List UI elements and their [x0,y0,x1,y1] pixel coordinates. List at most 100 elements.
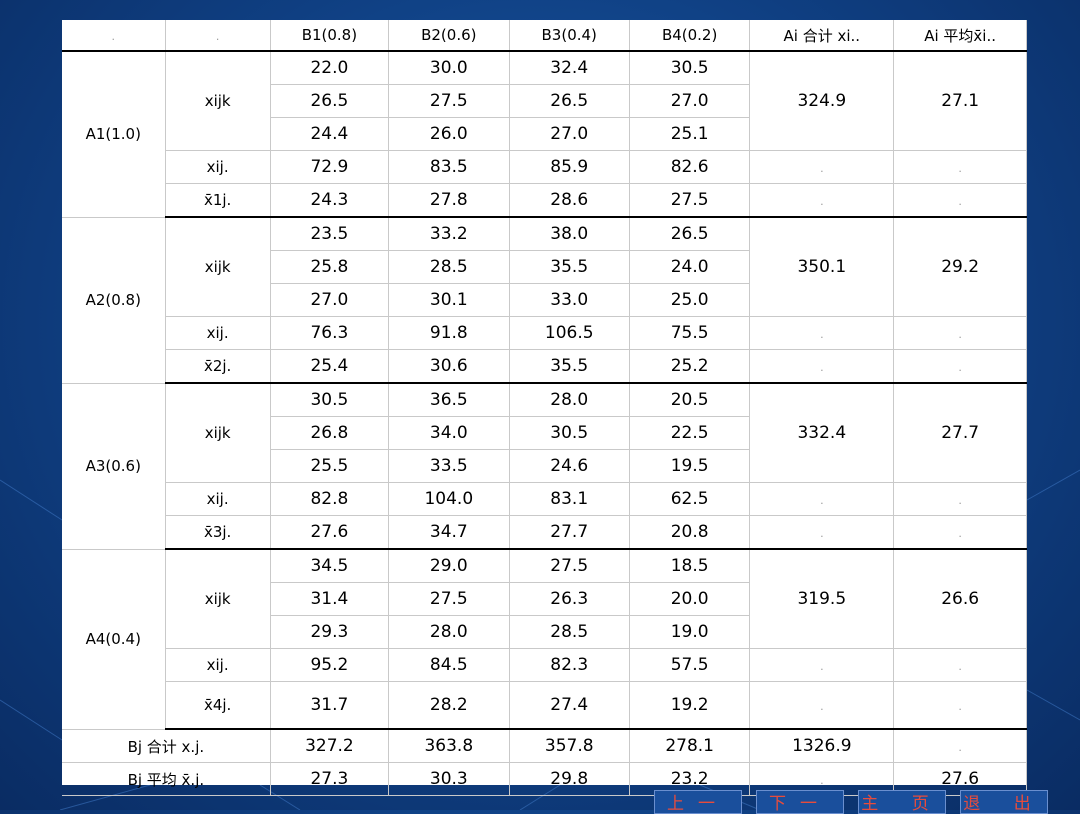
value-cell: 30.5 [629,51,751,85]
sub-label: xijk [165,549,271,649]
sub-label: xijk [165,217,271,317]
cell-mark: . [820,328,824,341]
value-cell: 26.3 [509,582,630,616]
value-cell: 35.5 [509,250,630,284]
column-total-cell: . [893,729,1027,763]
sum-row: xij. 82.8 104.0 83.1 62.5.. [62,482,1027,516]
empty-cell: . [893,648,1027,682]
spreadsheet-table: .. B1(0.8) B2(0.6) B3(0.4) B4(0.2) Ai 合计 xi..… [62,20,1027,796]
data-table: .. B1(0.8) B2(0.6) B3(0.4) B4(0.2) Ai 合计 xi..… [62,20,1027,796]
value-cell: 27.0 [629,84,751,118]
sum-label: xij. [165,482,271,516]
empty-cell: . [893,183,1027,218]
sum-cell: 72.9 [270,150,390,184]
value-cell: 27.0 [509,117,630,151]
column-total-cell: 278.1 [629,729,751,763]
cell-mark: . [958,162,962,175]
exit-button[interactable]: 退 出 [960,790,1048,814]
value-cell: 38.0 [509,217,630,251]
empty-cell: . [749,316,895,350]
sum-cell: 91.8 [388,316,510,350]
value-cell: 24.0 [629,250,751,284]
value-cell: 25.1 [629,117,751,151]
column-total-cell: 327.2 [270,729,390,763]
value-cell: 20.5 [629,383,751,417]
avg-cell: 27.7 [509,515,630,550]
empty-cell: . [749,150,895,184]
cell-mark: . [958,700,962,713]
cell-mark: . [958,527,962,540]
value-cell: 22.5 [629,416,751,450]
cell-mark: . [820,527,824,540]
table-row: A1(1.0) xijk 22.0 30.0 32.4 30.5 324.9 27.1 [62,51,1027,218]
sum-cell: 104.0 [388,482,510,516]
value-cell: 24.4 [270,117,390,151]
value-cell: 36.5 [388,383,510,417]
value-cell: 34.0 [388,416,510,450]
value-cell: 30.0 [388,51,510,85]
empty-cell: . [893,681,1027,730]
value-cell: 26.5 [629,217,751,251]
sub-label: xijk [165,383,271,483]
empty-cell: . [893,150,1027,184]
value-cell: 25.8 [270,250,390,284]
cell-mark: . [958,741,962,754]
cell-mark: . [820,774,824,787]
avg-label: x̄3j. [165,515,271,550]
row-total-cell: 350.1 [749,217,895,317]
sum-cell: 85.9 [509,150,630,184]
avg-row: x̄4j. 31.7 28.2 27.4 19.2.. [62,681,1027,730]
sum-cell: 83.1 [509,482,630,516]
sub-label: xijk [165,51,271,151]
sum-cell: 76.3 [270,316,390,350]
header-cell: . [62,20,166,52]
row-mean-cell: 27.1 [893,51,1027,151]
table-row: A3(0.6) xijk 30.5 36.5 28.0 20.5 332.4 27.7 [62,383,1027,550]
sum-cell: 62.5 [629,482,751,516]
sum-cell: 82.6 [629,150,751,184]
header-cell: Ai 平均x̄i.. [893,20,1027,52]
header-cell: B4(0.2) [629,20,751,52]
cell-mark: . [820,162,824,175]
avg-label: x̄4j. [165,681,271,730]
avg-row: x̄1j. 24.3 27.8 28.6 27.5.. [62,183,1027,218]
cell-mark: . [820,494,824,507]
value-cell: 34.5 [270,549,390,583]
cell-mark: . [958,361,962,374]
value-cell: 33.5 [388,449,510,483]
value-cell: 19.0 [629,615,751,649]
cell-mark: . [820,700,824,713]
avg-cell: 28.6 [509,183,630,218]
sum-cell: 95.2 [270,648,390,682]
column-total-cell: 1326.9 [749,729,895,763]
value-cell: 26.5 [270,84,390,118]
avg-cell: 25.4 [270,349,390,384]
next-slide-button[interactable]: 下一张 [756,790,844,814]
avg-label: x̄2j. [165,349,271,384]
header-cell: Ai 合计 xi.. [749,20,895,52]
value-cell: 30.1 [388,283,510,317]
table-row: A4(0.4) xijk 34.5 29.0 27.5 18.5 319.5 26.6 [62,549,1027,730]
sum-cell: 57.5 [629,648,751,682]
column-mean-cell: 30.3 [388,762,510,796]
empty-cell: . [893,482,1027,516]
prev-slide-button[interactable]: 上一张 [654,790,742,814]
home-button[interactable]: 主 页 [858,790,946,814]
column-mean-cell: 29.8 [509,762,630,796]
value-cell: 24.6 [509,449,630,483]
sum-cell: 82.3 [509,648,630,682]
value-cell: 27.5 [509,549,630,583]
sum-cell: 84.5 [388,648,510,682]
header-row: .. B1(0.8) B2(0.6) B3(0.4) B4(0.2) Ai 合计 xi..… [62,20,1027,52]
sum-label: xij. [165,316,271,350]
avg-cell: 24.3 [270,183,390,218]
cell-mark: . [958,328,962,341]
column-mean-label: Bj 平均 x̄.j. [62,762,271,796]
value-cell: 27.0 [270,283,390,317]
row-total-cell: 324.9 [749,51,895,151]
value-cell: 28.5 [509,615,630,649]
avg-cell: 31.7 [270,681,390,730]
value-cell: 30.5 [509,416,630,450]
cell-mark: . [820,361,824,374]
cell-mark: . [215,30,220,43]
